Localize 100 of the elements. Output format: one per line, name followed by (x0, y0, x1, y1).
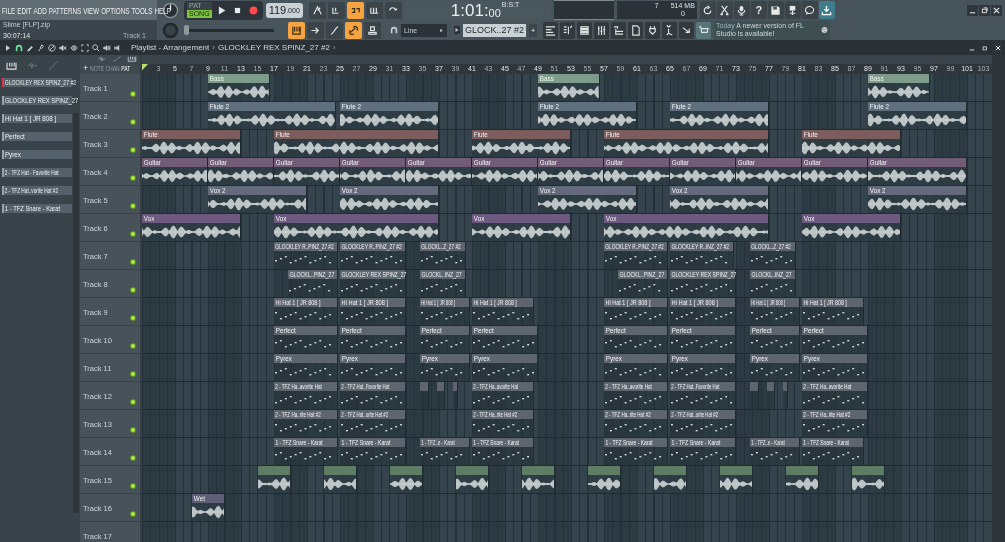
brush-icon[interactable] (37, 43, 45, 52)
toolbar-toggle-button[interactable] (326, 21, 343, 39)
menu-item[interactable]: TOOLS (131, 4, 153, 16)
playlist-icon[interactable] (543, 21, 559, 39)
vertical-scrollbar[interactable] (992, 55, 1005, 542)
browser-icon[interactable] (611, 21, 627, 39)
scissors-icon[interactable] (716, 1, 733, 19)
speaker-icon[interactable] (114, 43, 122, 52)
menu-item[interactable]: OPTIONS (101, 4, 130, 16)
refresh-icon[interactable] (699, 1, 716, 19)
restore-button[interactable] (979, 4, 990, 16)
toolbar-toggle-button[interactable] (308, 1, 326, 19)
restore-icon[interactable] (982, 44, 988, 51)
pattern-clip[interactable] (420, 382, 429, 409)
stamp-icon (367, 24, 378, 36)
piano-keys-icon[interactable] (6, 60, 17, 70)
toolbar-toggle-button[interactable] (365, 1, 383, 19)
close-icon[interactable] (995, 44, 1001, 51)
track-enable-toggle[interactable] (131, 400, 135, 404)
audio-clip[interactable] (653, 466, 687, 493)
pattern-clip[interactable] (783, 382, 789, 409)
pattern-clip[interactable] (766, 382, 776, 409)
audio-clip[interactable] (389, 466, 423, 493)
caret-icon[interactable] (454, 26, 460, 34)
magnet-icon[interactable] (15, 43, 23, 52)
audio-clip[interactable] (455, 466, 489, 493)
toolbar-toggle-button[interactable] (364, 21, 381, 39)
minimize-button[interactable] (967, 4, 978, 16)
track-enable-toggle[interactable] (131, 176, 135, 180)
menu-item[interactable]: EDIT (17, 4, 32, 16)
track-enable-toggle[interactable] (131, 512, 135, 516)
pattern-clip[interactable] (436, 382, 446, 409)
audio-clip[interactable] (323, 466, 357, 493)
toolbar-toggle-button[interactable] (384, 1, 402, 19)
audio-clip[interactable] (851, 466, 885, 493)
picker-scrollbar[interactable] (73, 113, 79, 513)
waveform-drawing (670, 169, 735, 183)
cart-icon[interactable] (696, 21, 712, 39)
download-icon[interactable] (818, 1, 835, 19)
toolbar-toggle-button[interactable] (307, 21, 324, 39)
breadcrumb-arrow[interactable]: › (332, 43, 336, 52)
audio-clip[interactable] (257, 466, 291, 493)
track-enable-toggle[interactable] (131, 204, 135, 208)
track-enable-toggle[interactable] (131, 232, 135, 236)
track-enable-toggle[interactable] (131, 92, 135, 96)
zoom-icon[interactable] (92, 43, 100, 52)
menu-item[interactable]: ADD (33, 4, 47, 16)
pattern-selector[interactable]: GLOCK..27 #2 (463, 23, 527, 37)
channel-rack-icon[interactable] (577, 21, 593, 39)
waveform-drawing (274, 169, 339, 183)
playlist-overview-scrollbar[interactable] (142, 55, 992, 64)
audio-clip[interactable] (587, 466, 621, 493)
magnet-icon[interactable] (390, 26, 398, 34)
menu-item[interactable]: VIEW (83, 4, 100, 16)
menu-item[interactable]: PATTERNS (48, 4, 82, 16)
track-enable-toggle[interactable] (131, 344, 135, 348)
track-enable-toggle[interactable] (131, 148, 135, 152)
toolbar-toggle-button[interactable] (346, 1, 364, 19)
delete-icon[interactable] (48, 43, 56, 52)
add-pattern-button[interactable]: + (529, 23, 538, 37)
menu-arrow-icon[interactable] (4, 43, 12, 52)
chat-icon[interactable] (801, 1, 818, 19)
track-enable-toggle[interactable] (131, 288, 135, 292)
menu-item[interactable]: FILE (2, 4, 16, 16)
pattern-clip[interactable] (750, 382, 759, 409)
track-enable-toggle[interactable] (131, 484, 135, 488)
export-icon[interactable] (784, 1, 801, 19)
track-enable-toggle[interactable] (131, 120, 135, 124)
track-enable-toggle[interactable] (131, 316, 135, 320)
pattern-clip[interactable] (453, 382, 459, 409)
close-button[interactable] (991, 4, 1002, 16)
plugin-icon[interactable] (645, 21, 661, 39)
track-enable-toggle[interactable] (131, 260, 135, 264)
mixer-icon[interactable] (594, 21, 610, 39)
select-icon[interactable] (81, 43, 89, 52)
track-enable-toggle[interactable] (131, 428, 135, 432)
note-dots-drawing (670, 451, 735, 461)
save-icon[interactable] (767, 1, 784, 19)
pencil-icon[interactable] (26, 43, 34, 52)
track-enable-toggle[interactable] (131, 372, 135, 376)
current-pattern-name[interactable]: GLOCKLEY REX SPINZ_27 #2 (217, 43, 330, 52)
audio-clip[interactable] (785, 466, 819, 493)
document-icon[interactable] (628, 21, 644, 39)
note-dots-drawing (340, 367, 405, 377)
microphone-icon[interactable] (733, 1, 750, 19)
audio-clip[interactable] (521, 466, 555, 493)
waveform-drawing (208, 169, 273, 183)
menu-item[interactable]: HELP (154, 4, 171, 16)
toolbar-toggle-button[interactable] (327, 1, 345, 19)
track-enable-toggle[interactable] (131, 456, 135, 460)
speaker-icon[interactable] (103, 43, 111, 52)
toolbar-toggle-button[interactable] (345, 21, 362, 39)
piano-keys-icon[interactable] (127, 56, 137, 62)
help-button[interactable]: ? (750, 1, 767, 19)
slider-thumb[interactable] (184, 25, 189, 35)
toolbar-toggle-button[interactable] (288, 21, 305, 39)
audio-clip[interactable] (719, 466, 753, 493)
mute-icon[interactable] (59, 43, 67, 52)
add-track-button[interactable]: + (83, 64, 89, 73)
piano-roll-icon[interactable] (560, 21, 576, 39)
